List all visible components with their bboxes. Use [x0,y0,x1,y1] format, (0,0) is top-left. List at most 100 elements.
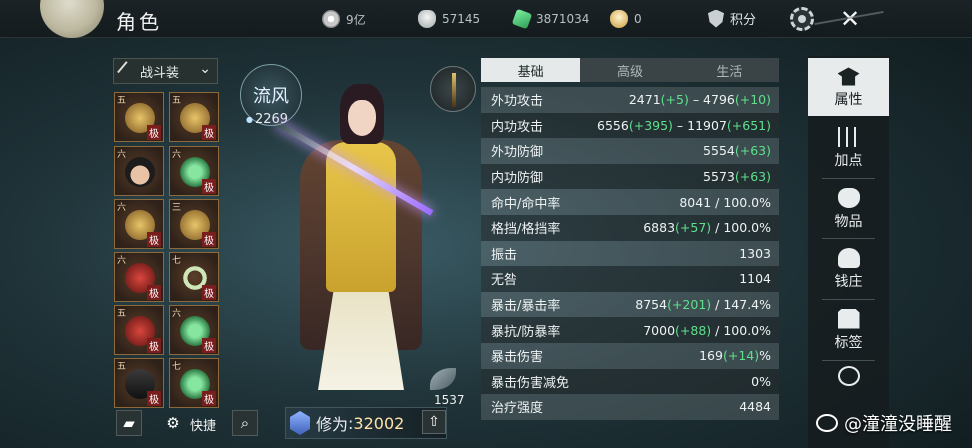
coin-icon [322,10,340,28]
outfit-button[interactable]: ▰ [116,410,142,436]
stat-row: 无咎 1104 [481,266,779,292]
equip-slot-5[interactable]: 六 极 [114,199,164,249]
watermark-text: @潼潼没睡醒 [844,414,952,435]
tab-advanced[interactable]: 高级 [580,58,679,82]
tag-icon [837,308,860,329]
equip-slot-8[interactable]: 七 极 [169,252,219,302]
feather-count: 1537 [434,393,465,407]
stat-value: 5573(+63) [703,169,771,184]
stat-bonus: (+201) [667,297,712,313]
stat-base: 0% [751,373,771,389]
arrow-up-icon: ⇧ [428,414,440,430]
stat-base: 1104 [739,271,771,287]
stat-base: 2471 [628,92,661,108]
equip-slot-7[interactable]: 六 极 [114,252,164,302]
tab-basic[interactable]: 基础 [481,58,581,82]
stat-base: – 4796 [688,92,735,108]
menu-attributes[interactable]: 属性 [808,58,889,116]
stat-bonus: (+88) [675,322,712,338]
menu-label: 钱庄 [834,273,863,290]
menu-label: 物品 [834,213,863,230]
equip-slot-1[interactable]: 五 极 [114,92,164,142]
slot-tier: 六 [117,203,127,213]
stat-base: 1303 [739,245,771,261]
slot-tier: 七 [172,256,182,266]
equip-slot-11[interactable]: 五 极 [114,358,164,408]
stat-name: 振击 [491,247,518,263]
currency-value: 9亿 [346,12,366,27]
stat-base: / 147.4% [711,297,771,313]
stat-value: 1104 [739,271,771,286]
sword-icon [117,61,137,81]
equip-slot-9[interactable]: 五 极 [114,305,164,355]
cultivation-up-button[interactable]: ⇧ [422,410,446,434]
stat-base: 4484 [739,399,771,415]
divider [822,238,875,239]
head [348,100,376,136]
equip-slot-4[interactable]: 六 极 [169,146,219,196]
stat-base: – 11907 [672,117,727,133]
currency-value: 3871034 [536,12,590,26]
stat-name: 命中/命中率 [491,196,561,212]
stat-bonus: (+63) [734,169,771,185]
bag-icon [837,187,860,208]
portrait-icon [125,157,155,187]
shirt-icon: ▰ [123,414,135,432]
stat-name: 无咎 [491,273,518,289]
stat-base: 8041 / 100.0% [679,194,771,210]
gear-icon: ⚙ [166,414,180,432]
close-button[interactable]: ✕ [828,4,872,34]
menu-bank[interactable]: 钱庄 [808,240,889,298]
sliders-icon [837,126,860,147]
stat-row: 外功防御 5554(+63) [481,138,779,164]
stat-name: 外功防御 [491,145,544,161]
slot-grade: 极 [202,125,216,140]
equip-slot-6[interactable]: 三 极 [169,199,219,249]
scholar-hat-icon [837,67,860,86]
slot-grade: 极 [202,179,216,194]
stat-bonus: (+57) [675,220,712,236]
stat-name: 内功攻击 [491,119,544,135]
menu-tags[interactable]: 标签 [808,301,889,359]
weapon-slot-icon[interactable] [430,66,476,112]
menu-add-points[interactable]: 加点 [808,119,889,177]
slot-grade: 极 [147,285,161,300]
magnifier-icon: ⌕ [240,414,250,432]
stat-row: 暴击伤害减免 0% [481,368,779,395]
slot-tier: 五 [117,96,127,106]
equip-slot-2[interactable]: 五 极 [169,92,219,142]
points-button[interactable]: 积分 [708,9,756,28]
equip-slot-12[interactable]: 七 极 [169,358,219,408]
inspect-button[interactable]: ⌕ [232,410,258,436]
stat-row: 振击 1303 [481,240,779,267]
stat-value: 4484 [739,399,771,414]
menu-items[interactable]: 物品 [808,180,889,238]
side-menu: 属性 加点 物品 钱庄 标签 [808,56,889,448]
equip-slot-10[interactable]: 六 极 [169,305,219,355]
stat-bonus: (+5) [660,92,689,108]
chevron-down-icon: ⌄ [199,61,211,77]
stat-value: 169(+14)% [699,348,771,363]
character-model[interactable] [274,80,434,400]
points-label: 积分 [730,13,757,28]
menu-more[interactable] [808,362,889,392]
stat-base: / 100.0% [711,322,771,338]
stat-row: 外功攻击 2471(+5) – 4796(+10) [481,87,779,113]
shield-icon [708,9,724,28]
equip-slot-3[interactable]: 六 [114,146,164,196]
stat-base: / 100.0% [711,220,771,236]
tab-life[interactable]: 生活 [680,58,779,82]
slot-grade: 极 [202,232,216,247]
dropdown-value: 战斗装 [140,65,180,81]
menu-label: 标签 [834,334,863,351]
stat-name: 暴击伤害 [491,350,544,366]
slot-tier: 五 [117,309,127,319]
menu-label: 属性 [834,91,863,108]
cultivation-crest-icon [290,411,310,435]
quick-settings-button[interactable]: ⚙ [160,410,186,436]
slot-tier: 六 [117,150,127,160]
stat-name: 暴击伤害减免 [491,375,570,391]
equipment-set-dropdown[interactable]: 战斗装 ⌄ [113,58,218,84]
settings-gear-icon[interactable] [790,7,814,31]
currency-coin: 9亿 [322,10,366,28]
